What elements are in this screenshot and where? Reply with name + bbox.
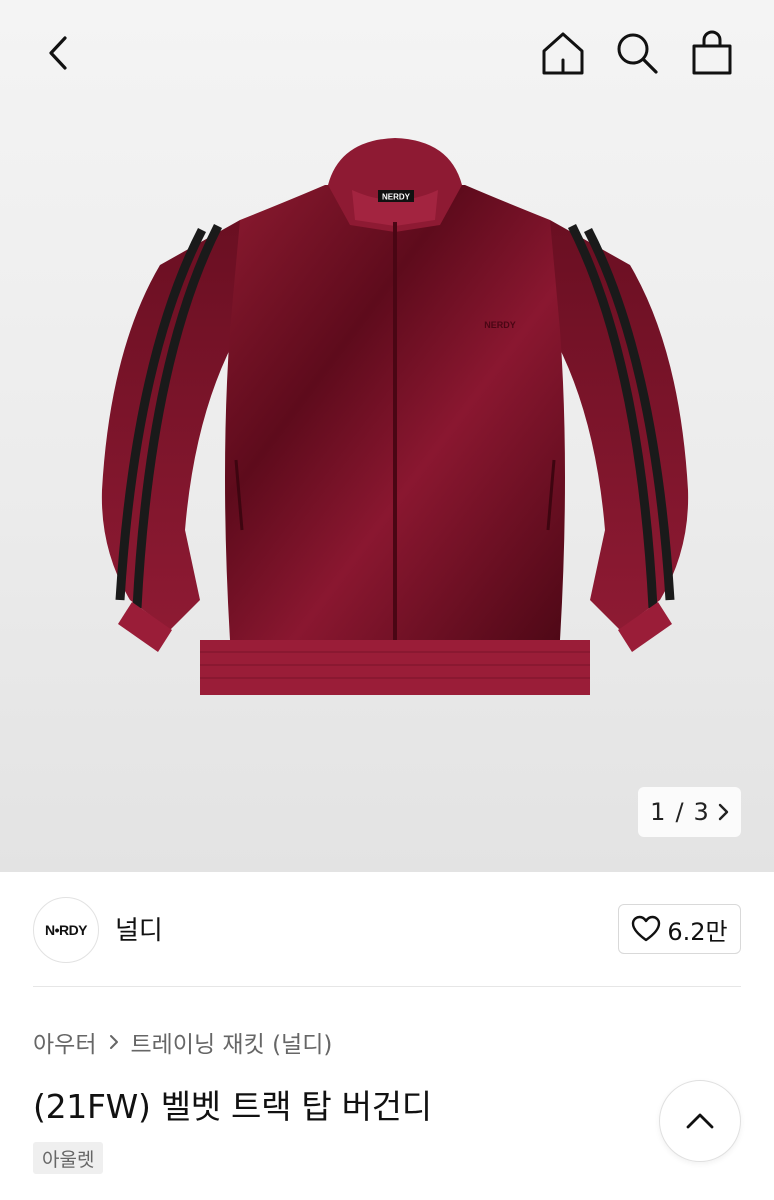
brand-row: N•RDY 널디 6.2만 [0,872,774,987]
current-page: 1 [650,798,666,826]
like-count: 6.2만 [667,917,728,946]
chevron-right-icon [110,1035,119,1049]
brand-logo[interactable]: N•RDY [33,897,99,963]
breadcrumb: 아우터 트레이닝 재킷 (널디) [33,1025,332,1059]
product-image: NERDY NERDY [101,138,689,695]
scroll-to-top-button[interactable] [659,1080,741,1162]
chevron-up-icon [686,1113,714,1129]
breadcrumb-category[interactable]: 아우터 [33,1025,96,1059]
outlet-tag: 아울렛 [33,1142,104,1174]
heart-icon [632,915,661,942]
back-button[interactable] [30,25,86,81]
top-navigation-bar [0,0,774,110]
image-page-indicator[interactable]: 1 / 3 [638,787,741,837]
brand-name[interactable]: 널디 [115,910,163,947]
brand-logo-text: N•RDY [44,922,88,938]
chevron-left-icon [49,36,67,70]
search-button[interactable] [609,25,665,81]
search-icon [617,33,658,74]
product-title: (21FW) 벨벳 트랙 탑 버건디 [33,1087,432,1126]
jacket-chest-logo: NERDY [484,320,516,330]
section-divider [33,986,741,987]
total-pages: 3 [693,798,709,826]
outlet-tag-label: 아울렛 [42,1148,95,1171]
home-icon [542,32,584,75]
cart-button[interactable] [684,25,740,81]
product-image-gallery[interactable]: NERDY NERDY 1 / 3 [0,0,774,872]
shopping-bag-icon [692,30,732,75]
home-button[interactable] [535,25,591,81]
breadcrumb-subcategory[interactable]: 트레이닝 재킷 (널디) [130,1025,332,1059]
page-separator: / [675,798,684,826]
like-button[interactable]: 6.2만 [618,904,741,954]
jacket-logo-label: NERDY [382,193,411,202]
chevron-right-icon [718,803,729,821]
